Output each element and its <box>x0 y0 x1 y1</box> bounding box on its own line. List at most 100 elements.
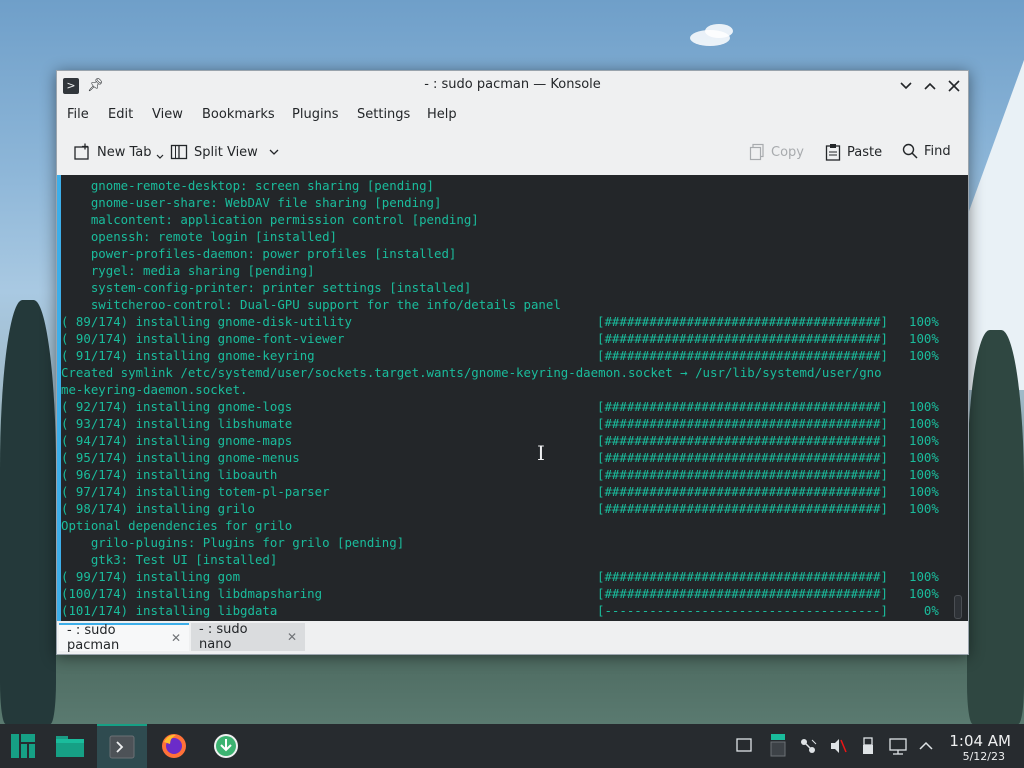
new-tab-button[interactable]: New Tab <box>73 143 164 161</box>
terminal-line: system-config-printer: printer settings … <box>61 279 948 296</box>
terminal-line-text: gnome-remote-desktop: screen sharing [pe… <box>61 178 434 193</box>
progress-bar-text: [-------------------------------------] <box>597 603 888 618</box>
files-taskbar-button[interactable] <box>47 724 93 768</box>
copy-button[interactable]: Copy <box>749 143 804 161</box>
progress-percent: 100% <box>909 314 939 329</box>
konsole-taskbar-button[interactable] <box>97 724 147 768</box>
menu-view[interactable]: View <box>152 107 183 122</box>
menu-plugins[interactable]: Plugins <box>292 107 339 122</box>
tab-sudo-nano[interactable]: - : sudo nano ✕ <box>191 622 305 652</box>
copy-icon <box>749 143 764 161</box>
close-button[interactable] <box>944 76 964 96</box>
chevron-up-icon[interactable] <box>916 736 936 756</box>
title-bar[interactable]: > 📌︎ - : sudo pacman — Konsole <box>57 71 968 101</box>
taskbar: 1:04 AM 5/12/23 <box>0 724 1024 768</box>
progress-percent: 100% <box>909 501 939 516</box>
progress-percent: 100% <box>909 484 939 499</box>
clock-date[interactable]: 5/12/23 <box>963 750 1005 763</box>
progress-percent: 0% <box>909 603 939 618</box>
menu-bar: File Edit View Bookmarks Plugins Setting… <box>57 101 968 129</box>
search-icon <box>902 143 918 159</box>
tab-sudo-pacman[interactable]: - : sudo pacman ✕ <box>59 623 189 653</box>
terminal-line: ( 97/174) installing totem-pl-parser [###… <box>61 483 948 500</box>
terminal-line-text: ( 90/174) installing gnome-font-viewer <box>61 331 345 346</box>
maximize-button[interactable] <box>920 76 940 96</box>
firefox-taskbar-button[interactable] <box>151 724 197 768</box>
terminal-line-text: switcheroo-control: Dual-GPU support for… <box>61 297 561 312</box>
split-view-button[interactable]: Split View <box>170 143 280 161</box>
progress-percent: 100% <box>909 450 939 465</box>
terminal-line-text: gnome-user-share: WebDAV file sharing [p… <box>61 195 442 210</box>
downloader-taskbar-button[interactable] <box>203 724 249 768</box>
terminal-line-text: me-keyring-daemon.socket. <box>61 382 248 397</box>
progress-bar-text: [#####################################] <box>597 501 888 516</box>
toolbar: New Tab Split View Copy Paste Find <box>57 131 968 175</box>
terminal-line: power-profiles-daemon: power profiles [i… <box>61 245 948 262</box>
progress-bar-text: [#####################################] <box>597 399 888 414</box>
copy-label: Copy <box>771 144 804 160</box>
network-icon[interactable] <box>798 736 818 756</box>
menu-help[interactable]: Help <box>427 107 457 122</box>
terminal-line: ( 99/174) installing gom [###############… <box>61 568 948 585</box>
tree-right <box>967 330 1024 724</box>
menu-settings[interactable]: Settings <box>357 107 410 122</box>
terminal-line-text: Optional dependencies for grilo <box>61 518 293 533</box>
terminal-line: ( 90/174) installing gnome-font-viewer [#… <box>61 330 948 347</box>
desktop-icon[interactable] <box>734 736 754 756</box>
terminal-view[interactable]: gnome-remote-desktop: screen sharing [pe… <box>57 175 968 621</box>
terminal-line-text: ( 97/174) installing totem-pl-parser <box>61 484 330 499</box>
terminal-line-text: (101/174) installing libgdata <box>61 603 278 618</box>
split-view-label: Split View <box>194 144 258 160</box>
terminal-line: (100/174) installing libdmapsharing [####… <box>61 585 948 602</box>
progress-bar-text: [#####################################] <box>597 331 888 346</box>
text-cursor-icon: I <box>537 441 545 465</box>
volume-muted-icon[interactable] <box>828 736 848 756</box>
terminal-line: Created symlink /etc/systemd/user/socket… <box>61 364 948 381</box>
progress-percent: 100% <box>909 416 939 431</box>
find-button[interactable]: Find <box>902 143 951 159</box>
progress-bar-text: [#####################################] <box>597 467 888 482</box>
paste-button[interactable]: Paste <box>825 143 882 161</box>
menu-bookmarks[interactable]: Bookmarks <box>202 107 275 122</box>
terminal-line: Optional dependencies for grilo <box>61 517 948 534</box>
progress-percent: 100% <box>909 569 939 584</box>
progress-bar-text: [#####################################] <box>597 348 888 363</box>
terminal-line: openssh: remote login [installed] <box>61 228 948 245</box>
tab-label: - : sudo nano <box>199 622 248 652</box>
paste-icon <box>825 144 841 161</box>
manjaro-menu-button[interactable] <box>0 724 46 768</box>
clipboard-icon[interactable] <box>768 732 788 757</box>
terminal-line: ( 96/174) installing liboauth [##########… <box>61 466 948 483</box>
clock-time[interactable]: 1:04 AM <box>949 732 1011 750</box>
menu-edit[interactable]: Edit <box>108 107 133 122</box>
terminal-line-text: rygel: media sharing [pending] <box>61 263 315 278</box>
progress-percent: 100% <box>909 331 939 346</box>
wired-network-icon[interactable] <box>888 736 908 756</box>
tree-left <box>0 300 56 724</box>
progress-percent: 100% <box>909 433 939 448</box>
menu-file[interactable]: File <box>67 107 89 122</box>
minimize-button[interactable] <box>896 76 916 96</box>
progress-percent: 100% <box>909 586 939 601</box>
terminal-output: gnome-remote-desktop: screen sharing [pe… <box>61 177 948 619</box>
terminal-line: (101/174) installing libgdata [----------… <box>61 602 948 619</box>
terminal-line-text: ( 95/174) installing gnome-menus <box>61 450 300 465</box>
close-tab-icon[interactable]: ✕ <box>287 630 297 644</box>
cloud <box>705 24 733 38</box>
progress-bar-text: [#####################################] <box>597 314 888 329</box>
terminal-line-text: system-config-printer: printer settings … <box>61 280 472 295</box>
terminal-line-text: ( 96/174) installing liboauth <box>61 467 278 482</box>
close-tab-icon[interactable]: ✕ <box>171 631 181 645</box>
firefox-icon <box>162 734 186 758</box>
progress-percent: 100% <box>909 348 939 363</box>
terminal-line: rygel: media sharing [pending] <box>61 262 948 279</box>
terminal-line-text: grilo-plugins: Plugins for grilo [pendin… <box>61 535 405 550</box>
usb-device-icon[interactable] <box>858 736 878 756</box>
chevron-up-icon <box>924 82 936 90</box>
files-icon <box>56 736 84 757</box>
close-icon <box>948 80 960 92</box>
progress-bar-text: [#####################################] <box>597 433 888 448</box>
terminal-scrollbar[interactable] <box>954 595 962 619</box>
terminal-line-text: Created symlink /etc/systemd/user/socket… <box>61 365 882 380</box>
terminal-line: switcheroo-control: Dual-GPU support for… <box>61 296 948 313</box>
